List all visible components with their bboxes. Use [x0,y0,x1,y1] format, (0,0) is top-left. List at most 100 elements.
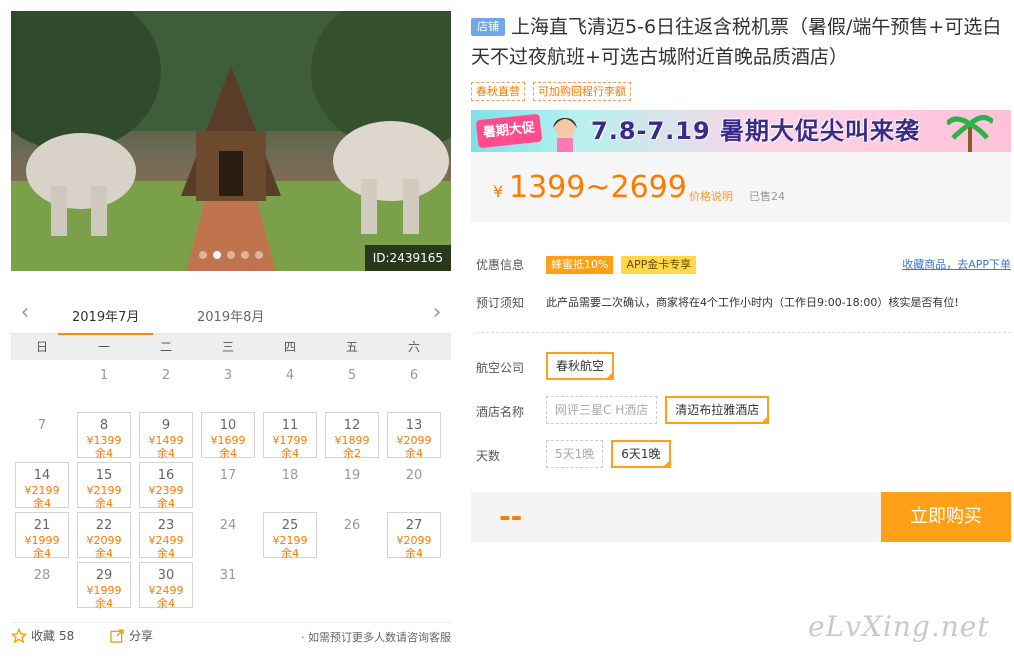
buy-now-button[interactable]: 立即购买 [881,492,1011,542]
chevron-right-icon[interactable]: › [427,302,447,326]
weekday-header: 日一二三四五六 [11,334,451,360]
calendar-day-available[interactable]: 9 ¥1499 余4 [135,410,197,460]
calendar-day-available[interactable]: 12 ¥1899 余2 [321,410,383,460]
day-number: 2 [161,368,171,383]
calendar-day-available[interactable]: 14 ¥2199 余4 [11,460,73,510]
day-stock: 余4 [405,547,423,560]
badge-honey: 蜂蜜抵10% [546,256,614,274]
calendar-day-available[interactable]: 25 ¥2199 余4 [259,510,321,560]
calendar-day: 18 [259,460,321,510]
calendar-day: 1 [73,360,135,410]
calendar-day-available[interactable]: 30 ¥2499 余4 [135,560,197,610]
product-tags: 春秋直营 可加购回程行李额 [471,82,631,101]
share-button[interactable]: 分享 [109,627,153,644]
day-number: 5 [347,368,357,383]
carousel-dot[interactable] [255,251,263,259]
badge-app-gold: APP金卡专享 [621,256,697,274]
days-label: 天数 [476,449,501,463]
calendar-grid: 1 2 3 4 5 6 7 8 ¥1399 余4 9 ¥1499 余4 10 ¥1699 余4 11 ¥1799 余… [11,360,451,610]
day-number: 19 [343,468,361,483]
calendar-day-available[interactable]: 29 ¥1999 余4 [73,560,135,610]
price-currency: ¥ [493,182,504,201]
weekday-label: 五 [345,340,358,354]
calendar-day-available[interactable]: 8 ¥1399 余4 [73,410,135,460]
calendar-day: 7 [11,410,73,460]
calendar-day-available[interactable]: 16 ¥2399 余4 [135,460,197,510]
favorite-button[interactable]: 收藏 58 [11,627,74,644]
days-option[interactable]: 6天1晚 [611,440,671,468]
star-icon [11,627,27,643]
calendar-day-available[interactable]: 15 ¥2199 余4 [73,460,135,510]
divider [476,332,1011,333]
calendar-day-available[interactable]: 27 ¥2099 余4 [383,510,445,560]
notice-label: 预订须知 [476,296,525,310]
hotel-option[interactable]: 网评三星C H酒店 [546,396,658,424]
day-stock: 余4 [219,447,237,460]
banner-badge: 暑期大促 [475,113,543,149]
day-number: 13 [405,418,423,433]
weekday-label: 一 [97,340,110,354]
day-number: 11 [281,418,299,433]
hotel-label: 酒店名称 [476,405,525,419]
day-price: ¥2499 [148,584,184,597]
share-label: 分享 [129,629,154,643]
calendar-day-available[interactable]: 10 ¥1699 余4 [197,410,259,460]
carousel-dot-active[interactable] [213,251,221,259]
day-stock: 余4 [33,497,51,510]
day-number [11,368,73,384]
day-number: 30 [157,568,175,583]
service-note: · 如需预订更多人数请咨询客服 [301,631,451,644]
airline-label: 航空公司 [476,361,525,375]
days-option[interactable]: 5天1晚 [546,440,604,468]
chevron-left-icon[interactable]: ‹ [15,302,35,326]
calendar-nav: ‹ 2019年7月 2019年8月 › [11,296,451,335]
calendar-day [259,560,321,610]
day-stock: 余4 [157,547,175,560]
day-price: ¥1499 [148,434,184,447]
airline-row: 航空公司 春秋航空 [476,352,1011,384]
calendar-day-available[interactable]: 21 ¥1999 余4 [11,510,73,560]
hotel-options: 网评三星C H酒店 清迈布拉雅酒店 [546,396,777,424]
buy-bar: -- 立即购买 [471,492,1011,542]
calendar-day-available[interactable]: 23 ¥2499 余4 [135,510,197,560]
calendar-day-available[interactable]: 22 ¥2099 余4 [73,510,135,560]
airline-option[interactable]: 春秋航空 [546,352,615,380]
day-number [321,568,383,584]
promo-banner[interactable]: 暑期大促 7.8-7.19 暑期大促尖叫来袭 [471,110,1011,152]
day-stock: 余2 [343,447,361,460]
product-photo[interactable]: ID:2439165 [11,11,451,271]
carousel-dot[interactable] [227,251,235,259]
carousel-dot[interactable] [199,251,207,259]
day-price: ¥2199 [86,484,122,497]
calendar-day: 28 [11,560,73,610]
carousel-dot[interactable] [241,251,249,259]
day-price: ¥2099 [86,534,122,547]
shop-tag[interactable]: 店铺 [471,18,505,36]
tab-month-jul[interactable]: 2019年7月 [57,306,154,335]
day-price: ¥2199 [24,484,60,497]
calendar-day [383,560,445,610]
day-number: 27 [405,518,423,533]
day-stock: 余4 [281,547,299,560]
weekday-label: 六 [407,340,420,354]
palm-tree-icon [947,115,993,152]
hotel-option[interactable]: 清迈布拉雅酒店 [665,396,770,424]
day-number: 9 [161,418,171,433]
day-stock: 余4 [157,447,175,460]
day-number: 28 [33,568,51,583]
app-order-link[interactable]: 收藏商品，去APP下单 [902,256,1011,272]
day-price: ¥2399 [148,484,184,497]
day-number: 16 [157,468,175,483]
price-box: ¥ 1399~2699 价格说明 已售24 [471,152,1011,222]
day-stock: 余4 [157,497,175,510]
calendar-day-available[interactable]: 11 ¥1799 余4 [259,410,321,460]
price-explain-link[interactable]: 价格说明 [689,188,733,204]
day-stock: 余4 [405,447,423,460]
day-number: 10 [219,418,237,433]
promo-row: 优惠信息 蜂蜜抵10% APP金卡专享 收藏商品，去APP下单 [476,256,1011,276]
tab-month-aug[interactable]: 2019年8月 [197,306,264,325]
weekday-label: 二 [159,340,172,354]
calendar-day: 6 [383,360,445,410]
calendar-day-available[interactable]: 13 ¥2099 余4 [383,410,445,460]
tag-luggage: 可加购回程行李额 [533,82,631,101]
